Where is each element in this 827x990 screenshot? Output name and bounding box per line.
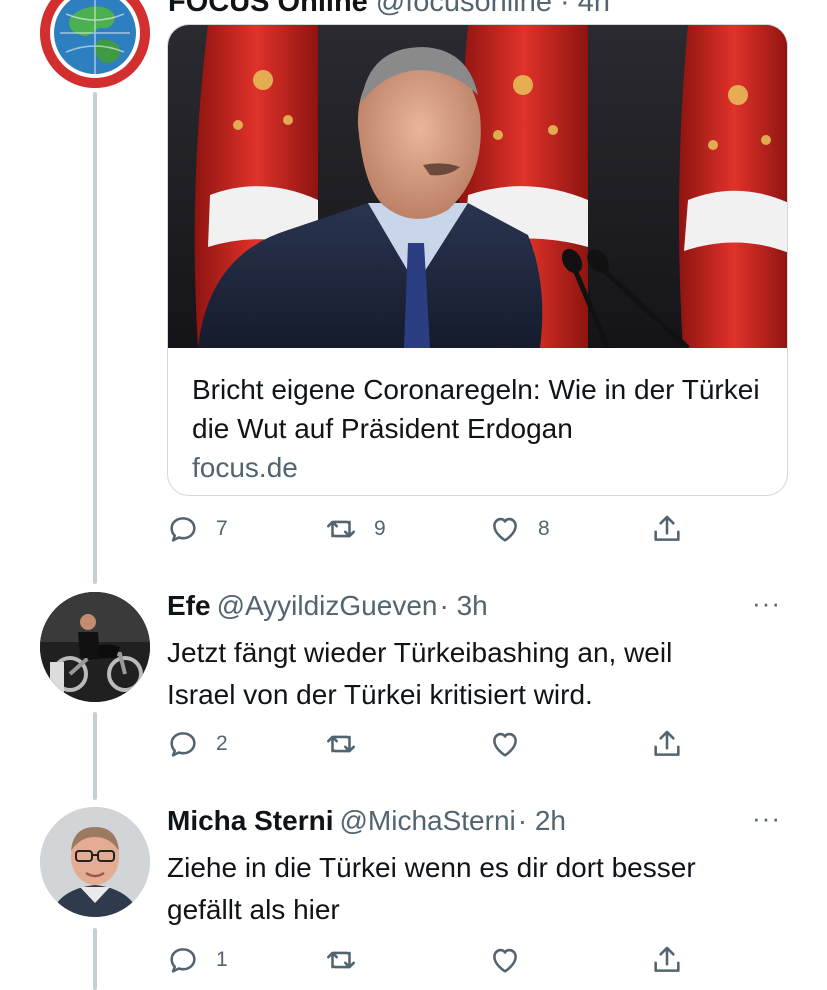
motorcycle-avatar-image — [40, 592, 150, 702]
globe-icon — [40, 0, 150, 88]
share-icon — [654, 946, 680, 972]
heart-icon — [493, 517, 517, 542]
reply-icon — [170, 517, 196, 542]
share-button[interactable] — [650, 512, 684, 546]
reply-button[interactable]: 7 — [166, 512, 228, 546]
share-button[interactable] — [650, 943, 684, 977]
tweet-header: Efe @AyyildizGueven· 3h — [167, 588, 488, 624]
like-button[interactable] — [488, 943, 522, 977]
author-handle[interactable]: @focusonline · 4h — [376, 0, 610, 18]
retweet-button[interactable]: 9 — [324, 512, 386, 546]
tweet-text-line: gefällt als hier — [167, 894, 340, 925]
reply-icon — [170, 732, 196, 757]
heart-icon — [493, 732, 517, 757]
avatar[interactable] — [40, 0, 150, 88]
tweet-header: FOCUS Online @focusonline · 4h — [168, 0, 610, 19]
retweet-icon — [326, 520, 356, 538]
author-name[interactable]: Efe — [167, 590, 211, 621]
link-card[interactable]: Bricht eigene Coronaregeln: Wie in der T… — [167, 24, 788, 496]
reply-count: 2 — [216, 732, 228, 755]
tweet-time[interactable]: · 2h — [518, 805, 566, 836]
author-name[interactable]: FOCUS Online — [168, 0, 368, 18]
author-handle[interactable]: @MichaSterni — [339, 805, 515, 836]
card-text: Bricht eigene Coronaregeln: Wie in der T… — [192, 370, 767, 487]
card-title: Bricht eigene Coronaregeln: Wie in der T… — [192, 374, 760, 444]
author-handle[interactable]: @AyyildizGueven — [217, 590, 438, 621]
retweet-button[interactable] — [324, 727, 358, 761]
card-image — [168, 25, 787, 348]
share-icon — [654, 730, 680, 756]
tweet-text-line: Ziehe in die Türkei wenn es dir dort bes… — [167, 852, 696, 883]
tweet-text: Jetzt fängt wieder Türkeibashing an, wei… — [167, 632, 797, 716]
like-button[interactable]: 8 — [488, 512, 550, 546]
portrait-avatar-image — [40, 807, 150, 917]
retweet-icon — [326, 735, 356, 753]
like-button[interactable] — [488, 727, 522, 761]
tweet-text-line: Jetzt fängt wieder Türkeibashing an, wei… — [167, 637, 673, 668]
reply-count: 1 — [216, 948, 228, 971]
author-name[interactable]: Micha Sterni — [167, 805, 333, 836]
tweet-actions: 7 9 8 — [166, 512, 706, 548]
tweet-time[interactable]: · 3h — [439, 590, 487, 621]
avatar[interactable] — [40, 592, 150, 702]
tweet-actions: 2 — [166, 727, 706, 763]
retweet-count: 9 — [374, 517, 386, 540]
card-domain: focus.de — [192, 452, 298, 483]
more-options-button[interactable]: ··· — [752, 803, 781, 833]
tweet-actions: 1 — [166, 943, 706, 979]
reply-icon — [170, 948, 196, 973]
reply-button[interactable]: 2 — [166, 727, 228, 761]
more-options-button[interactable]: ··· — [752, 588, 781, 618]
avatar[interactable] — [40, 807, 150, 917]
retweet-icon — [326, 951, 356, 969]
thread-line — [93, 92, 97, 584]
heart-icon — [493, 948, 517, 973]
tweet-text: Ziehe in die Türkei wenn es dir dort bes… — [167, 847, 797, 931]
thread-line — [93, 928, 97, 990]
like-count: 8 — [538, 517, 550, 540]
share-icon — [654, 515, 680, 541]
tweet-text-line: Israel von der Türkei kritisiert wird. — [167, 679, 593, 710]
reply-count: 7 — [216, 517, 228, 540]
retweet-button[interactable] — [324, 943, 358, 977]
reply-button[interactable]: 1 — [166, 943, 228, 977]
thread-line — [93, 712, 97, 800]
share-button[interactable] — [650, 727, 684, 761]
tweet-header: Micha Sterni @MichaSterni· 2h — [167, 803, 566, 839]
